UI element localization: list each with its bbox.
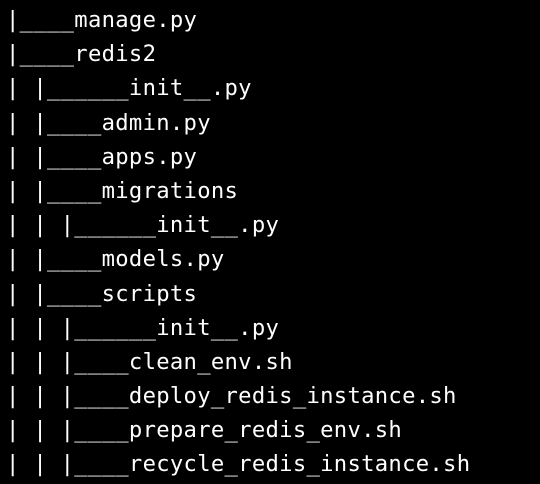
tree-line-deploy-redis-instance-sh: | | |____deploy_redis_instance.sh [6,383,457,410]
tree-line-prepare-redis-env-sh: | | |____prepare_redis_env.sh [6,417,403,444]
file-tree-output: |____manage.py |____redis2 | |______init… [6,3,470,482]
tree-line-models-py: | |____models.py [6,246,225,273]
tree-line-migrations-init-py: | | |______init__.py [6,212,280,239]
tree-line-admin-py: | |____admin.py [6,109,211,136]
tree-line-redis2: |____redis2 [6,41,157,68]
terminal-window: |____manage.py |____redis2 | |______init… [0,0,540,484]
tree-line-apps-py: | |____apps.py [6,143,198,170]
tree-line-redis2-init-py: | |______init__.py [6,75,252,102]
tree-line-scripts: | |____scripts [6,280,198,307]
tree-line-scripts-init-py: | | |______init__.py [6,314,280,341]
tree-line-manage-py: |____manage.py [6,7,198,33]
tree-line-recycle-redis-instance-sh: | | |____recycle_redis_instance.sh [6,451,471,478]
tree-line-migrations: | |____migrations [6,177,239,204]
tree-line-clean-env-sh: | | |____clean_env.sh [6,348,293,375]
